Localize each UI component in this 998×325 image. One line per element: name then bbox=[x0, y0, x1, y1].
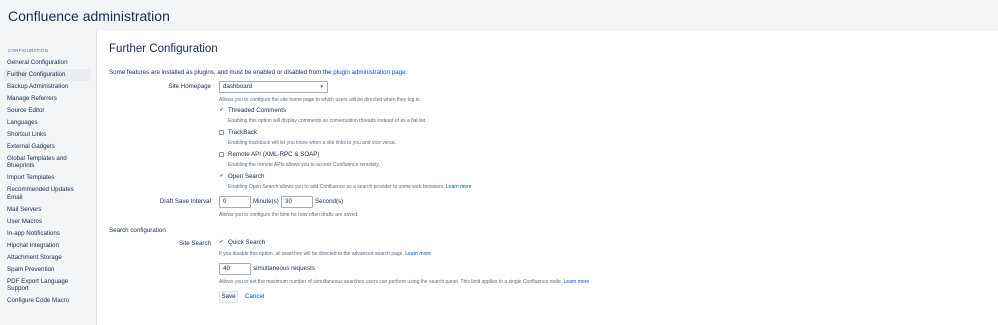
sidebar-item-configure-code-macro[interactable]: Configure Code Macro bbox=[3, 294, 91, 306]
open-search-row: ✔ Open Search bbox=[219, 172, 264, 181]
sidebar-item-source-editor[interactable]: Source Editor bbox=[3, 105, 91, 117]
draft-seconds-input[interactable]: 30 bbox=[281, 196, 313, 208]
sidebar-item-hipchat-integration[interactable]: Hipchat Integration bbox=[3, 239, 91, 251]
site-search-desc-text: If you disable this option, all searches… bbox=[219, 251, 404, 257]
trackback-row: TrackBack bbox=[219, 128, 257, 137]
draft-minutes-input[interactable]: 0 bbox=[219, 196, 251, 208]
open-search-desc: Enabling Open Search allows you to add C… bbox=[228, 184, 471, 190]
sidebar-item-further-configuration[interactable]: Further Configuration bbox=[3, 68, 91, 81]
remote-api-desc: Enabling the remote APIs allows you to a… bbox=[228, 162, 380, 168]
quick-search-label: Quick Search bbox=[228, 239, 266, 246]
app-title: Confluence administration bbox=[8, 8, 170, 24]
plugin-administration-link[interactable]: plugin administration page bbox=[333, 69, 405, 76]
sidebar-item-backup-administration[interactable]: Backup Administration bbox=[3, 81, 91, 93]
remote-api-checkbox[interactable] bbox=[219, 152, 224, 157]
site-homepage-desc: Allows you to configure the site home pa… bbox=[219, 97, 422, 103]
site-homepage-label: Site Homepage bbox=[168, 83, 211, 90]
save-button[interactable]: Save bbox=[219, 291, 238, 303]
simultaneous-desc-text: Allows you to set the maximum number of … bbox=[219, 279, 563, 285]
sidebar-item-in-app-notifications[interactable]: In-app Notifications bbox=[3, 227, 91, 239]
quick-search-row: ✔ Quick Search bbox=[219, 238, 265, 247]
simultaneous-desc: Allows you to set the maximum number of … bbox=[219, 279, 589, 285]
site-search-label: Site Search bbox=[179, 240, 211, 247]
simultaneous-requests-input[interactable]: 40 bbox=[219, 263, 251, 275]
threaded-comments-row: ✔ Threaded Comments bbox=[219, 106, 286, 115]
open-search-label: Open Search bbox=[228, 173, 265, 180]
intro-text-end: . bbox=[405, 69, 408, 76]
threaded-comments-label: Threaded Comments bbox=[228, 107, 287, 114]
sidebar-item-recommended-updates-email[interactable]: Recommended Updates Email bbox=[3, 184, 91, 203]
cancel-button[interactable]: Cancel bbox=[245, 293, 264, 300]
sidebar-item-mail-servers[interactable]: Mail Servers bbox=[3, 203, 91, 215]
intro-text: Some features are installed as plugins, … bbox=[109, 69, 407, 76]
sidebar-list: General Configuration Further Configurat… bbox=[3, 57, 91, 306]
open-search-desc-text: Enabling Open Search allows you to add C… bbox=[228, 184, 445, 190]
page-title: Further Configuration bbox=[109, 43, 218, 55]
site-search-learn-more-link[interactable]: Learn more bbox=[405, 251, 431, 257]
sidebar-item-global-templates[interactable]: Global Templates and Blueprints bbox=[3, 153, 91, 172]
sidebar-item-pdf-export-language[interactable]: PDF Export Language Support bbox=[3, 275, 91, 294]
simultaneous-requests-unit: simultaneous requests bbox=[253, 265, 315, 272]
sidebar-item-manage-referrers[interactable]: Manage Referrers bbox=[3, 93, 91, 105]
header-bar: Confluence administration bbox=[0, 0, 998, 31]
simultaneous-learn-more-link[interactable]: Learn more bbox=[564, 279, 590, 285]
draft-save-interval-label: Draft Save Interval bbox=[159, 198, 211, 205]
intro-text-body: Some features are installed as plugins, … bbox=[109, 69, 332, 76]
site-homepage-value: dashboard bbox=[223, 83, 253, 90]
threaded-comments-desc: Enabling this option will display commen… bbox=[228, 118, 427, 124]
trackback-desc: Enabling trackback will let you know whe… bbox=[228, 140, 396, 146]
sidebar-item-languages[interactable]: Languages bbox=[3, 117, 91, 129]
sidebar: CONFIGURATION General Configuration Furt… bbox=[0, 31, 95, 325]
sidebar-item-external-gadgets[interactable]: External Gadgets bbox=[3, 141, 91, 153]
trackback-label: TrackBack bbox=[228, 129, 257, 136]
quick-search-checkbox[interactable]: ✔ bbox=[219, 240, 224, 245]
search-configuration-heading: Search configuration bbox=[109, 227, 166, 234]
site-search-desc: If you disable this option, all searches… bbox=[219, 251, 431, 257]
remote-api-label: Remote API (XML-RPC & SOAP) bbox=[228, 151, 320, 158]
threaded-comments-checkbox[interactable]: ✔ bbox=[219, 108, 224, 113]
sidebar-item-spam-prevention[interactable]: Spam Prevention bbox=[3, 263, 91, 275]
trackback-checkbox[interactable] bbox=[219, 130, 224, 135]
sidebar-item-user-macros[interactable]: User Macros bbox=[3, 215, 91, 227]
site-homepage-select[interactable]: dashboard ▼ bbox=[219, 81, 328, 93]
draft-save-desc: Allows you to configure the time for how… bbox=[219, 212, 359, 218]
sidebar-heading: CONFIGURATION bbox=[8, 48, 49, 53]
draft-minutes-unit: Minute(s) bbox=[253, 198, 279, 205]
sidebar-item-import-templates[interactable]: Import Templates bbox=[3, 172, 91, 184]
sidebar-item-general-configuration[interactable]: General Configuration bbox=[3, 57, 91, 69]
remote-api-row: Remote API (XML-RPC & SOAP) bbox=[219, 150, 319, 159]
sidebar-item-attachment-storage[interactable]: Attachment Storage bbox=[3, 251, 91, 263]
draft-seconds-unit: Second(s) bbox=[315, 198, 344, 205]
dropdown-caret-icon: ▼ bbox=[319, 84, 324, 89]
sidebar-item-shortcut-links[interactable]: Shortcut Links bbox=[3, 129, 91, 141]
open-search-learn-more-link[interactable]: Learn more bbox=[446, 184, 472, 190]
main-content: Further Configuration Some features are … bbox=[96, 31, 998, 325]
open-search-checkbox[interactable]: ✔ bbox=[219, 174, 224, 179]
